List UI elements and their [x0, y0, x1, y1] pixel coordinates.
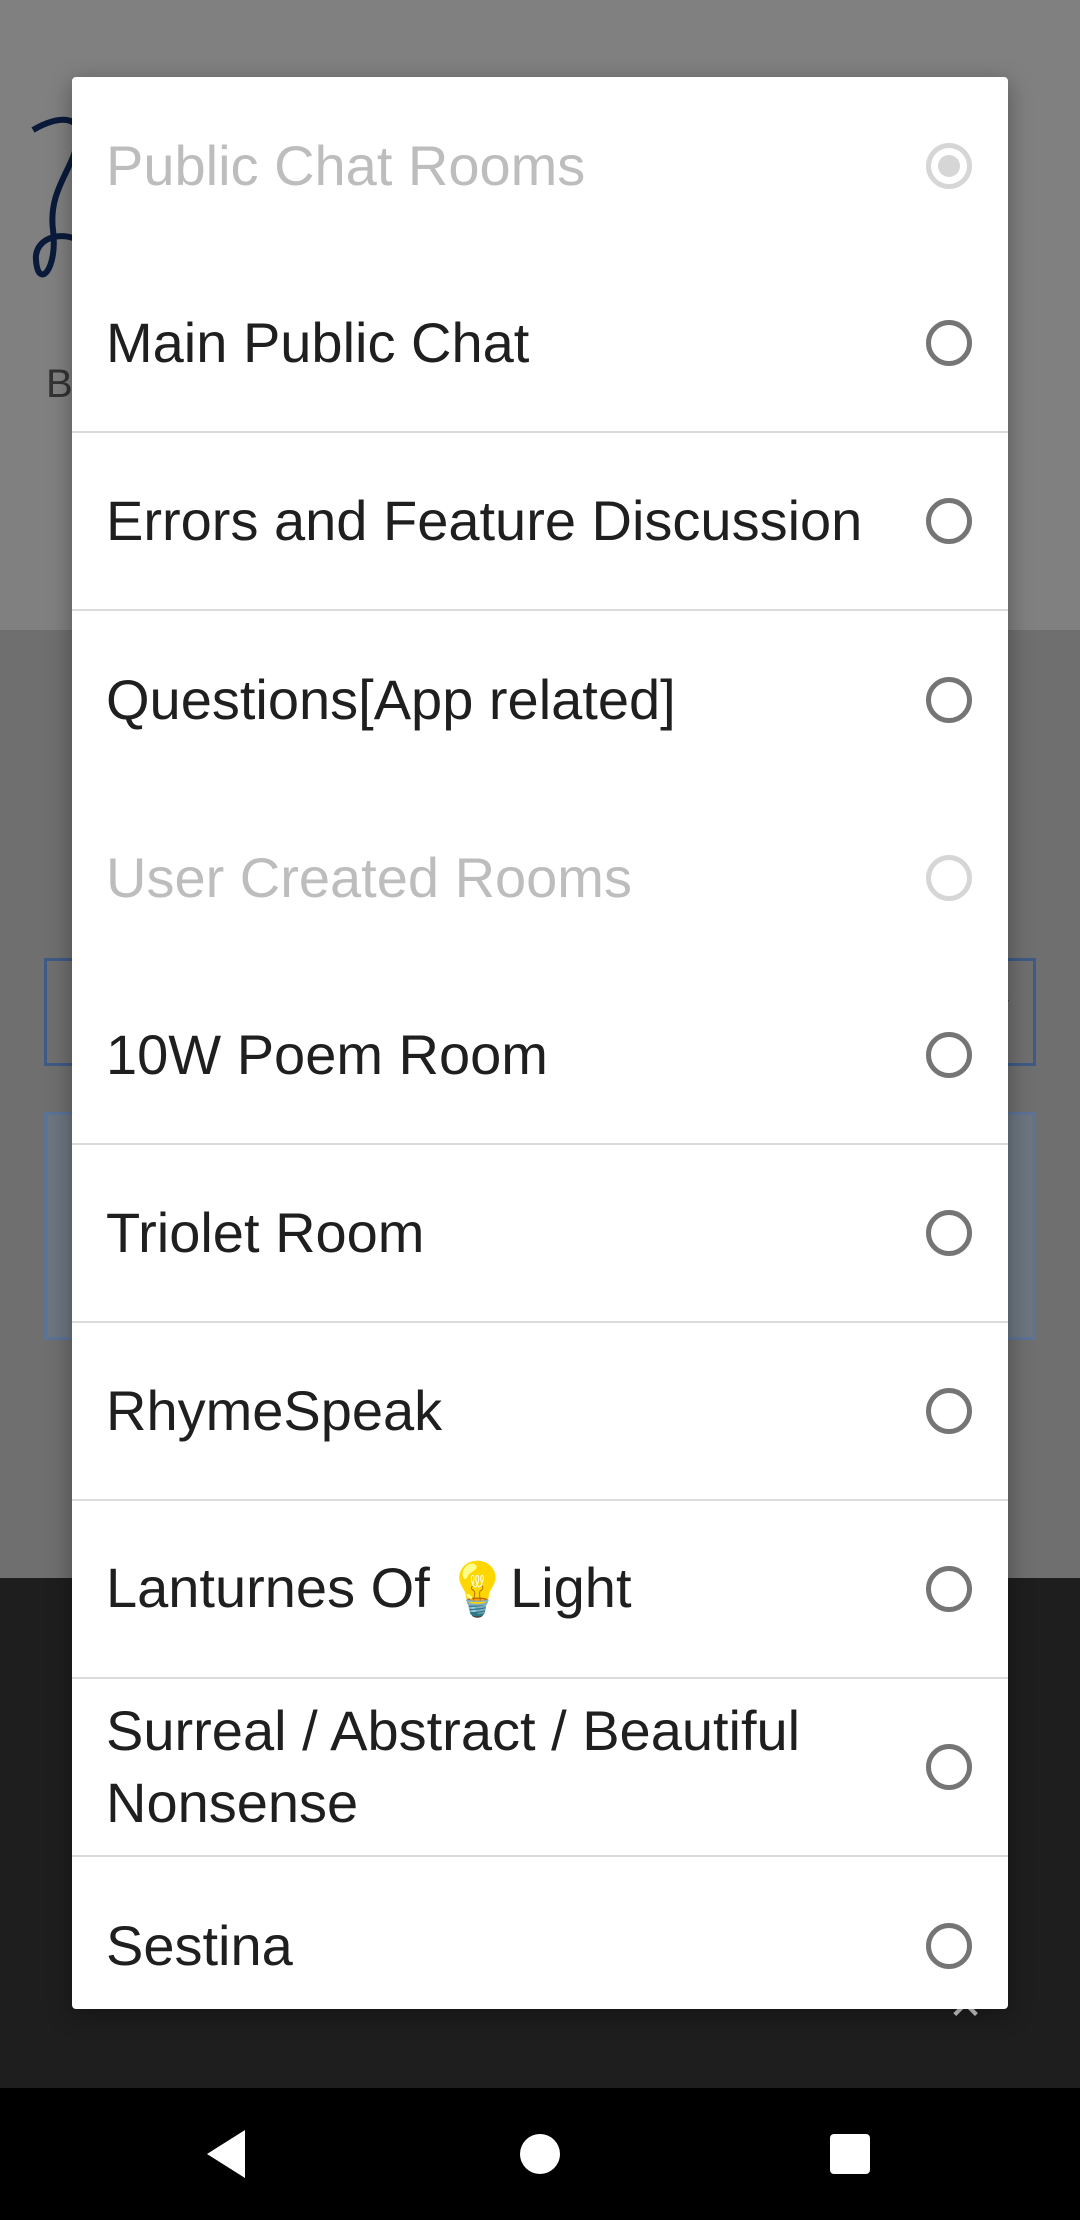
- option-label: Lanturnes Of 💡Light: [106, 1552, 926, 1626]
- option-10w-poem-room[interactable]: 10W Poem Room: [72, 967, 1008, 1145]
- radio-button[interactable]: [926, 1032, 972, 1078]
- background-text: B: [46, 362, 73, 406]
- radio-button[interactable]: [926, 677, 972, 723]
- radio-button[interactable]: [926, 1210, 972, 1256]
- home-button[interactable]: [480, 2088, 600, 2220]
- option-label-end: Light: [510, 1556, 632, 1619]
- option-triolet-room[interactable]: Triolet Room: [72, 1145, 1008, 1323]
- option-label: Surreal / Abstract / Beautiful Nonsense: [106, 1699, 801, 1834]
- option-label: Sestina: [106, 1914, 293, 1977]
- option-label: Main Public Chat: [106, 311, 530, 374]
- radio-button[interactable]: [926, 1744, 972, 1790]
- section-header-user-created-rooms: User Created Rooms: [72, 789, 1008, 967]
- recents-icon: [830, 2134, 870, 2174]
- recents-button[interactable]: [790, 2088, 910, 2220]
- section-label: User Created Rooms: [106, 846, 632, 909]
- option-main-public-chat[interactable]: Main Public Chat: [72, 255, 1008, 433]
- option-label: Questions[App related]: [106, 668, 676, 731]
- option-label: Errors and Feature Discussion: [106, 489, 863, 552]
- section-header-public-chat-rooms: Public Chat Rooms: [72, 77, 1008, 255]
- radio-button[interactable]: [926, 498, 972, 544]
- option-label: RhymeSpeak: [106, 1379, 443, 1442]
- option-label-start: Lanturnes Of: [106, 1556, 446, 1619]
- option-label: 10W Poem Room: [106, 1023, 548, 1086]
- radio-icon: [926, 143, 972, 189]
- light-bulb-icon: 💡: [445, 1561, 511, 1619]
- radio-button[interactable]: [926, 1388, 972, 1434]
- option-rhymespeak[interactable]: RhymeSpeak: [72, 1323, 1008, 1501]
- radio-icon: [926, 855, 972, 901]
- back-icon: [207, 2130, 245, 2178]
- option-lanturnes-of-light[interactable]: Lanturnes Of 💡Light: [72, 1501, 1008, 1679]
- chat-room-picker-dialog: Public Chat Rooms Main Public Chat Error…: [72, 77, 1008, 2009]
- radio-button[interactable]: [926, 1566, 972, 1612]
- section-label: Public Chat Rooms: [106, 134, 586, 197]
- back-button[interactable]: [166, 2088, 286, 2220]
- radio-button[interactable]: [926, 320, 972, 366]
- option-label: Triolet Room: [106, 1201, 425, 1264]
- radio-button[interactable]: [926, 1923, 972, 1969]
- option-surreal-abstract-beautiful-nonsense[interactable]: Surreal / Abstract / Beautiful Nonsense: [72, 1679, 1008, 1857]
- system-navigation-bar: [0, 2088, 1080, 2220]
- option-errors-and-feature-discussion[interactable]: Errors and Feature Discussion: [72, 433, 1008, 611]
- home-icon: [520, 2134, 560, 2174]
- option-questions-app-related[interactable]: Questions[App related]: [72, 611, 1008, 789]
- option-sestina[interactable]: Sestina: [72, 1857, 1008, 2009]
